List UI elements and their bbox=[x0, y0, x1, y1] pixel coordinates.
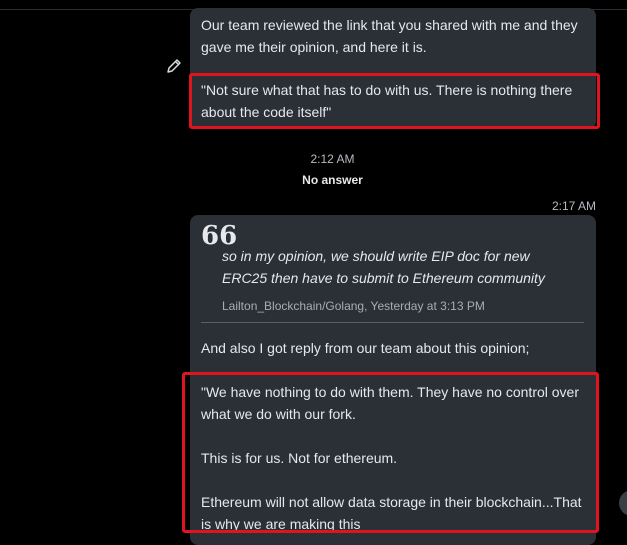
red-highlight-box bbox=[189, 73, 600, 129]
pencil-icon[interactable] bbox=[166, 58, 182, 74]
quote-divider bbox=[201, 322, 584, 323]
red-highlight-box bbox=[182, 372, 599, 533]
message-text: Our team reviewed the link that you shar… bbox=[201, 17, 578, 55]
timestamp: 2:17 AM bbox=[551, 199, 596, 213]
message-text: And also I got reply from our team about… bbox=[201, 340, 530, 356]
quoted-message-text: so in my opinion, we should write EIP do… bbox=[222, 248, 545, 286]
scroll-button[interactable] bbox=[619, 490, 627, 516]
quoted-message-author[interactable]: Lailton_Blockchain/Golang, Yesterday at … bbox=[222, 295, 485, 317]
timestamp: 2:12 AM bbox=[310, 152, 355, 166]
system-note: No answer bbox=[302, 173, 363, 187]
